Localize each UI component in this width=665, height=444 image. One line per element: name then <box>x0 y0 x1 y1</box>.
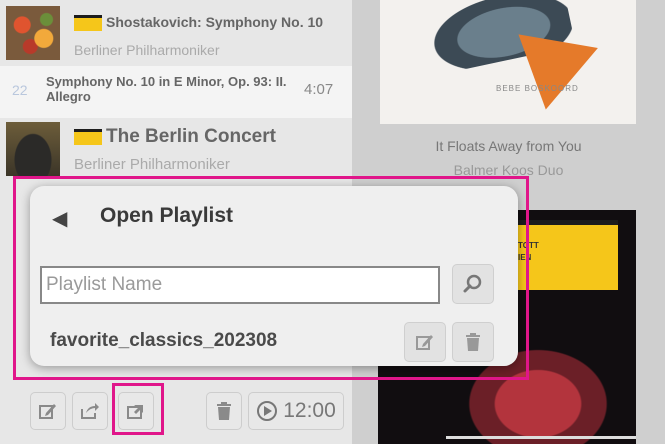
track-number: 22 <box>12 82 28 98</box>
edit-playlist-toolbar-button[interactable] <box>30 392 66 430</box>
album-title: Shostakovich: Symphony No. 10 <box>106 14 324 30</box>
export-playlist-button[interactable] <box>72 392 108 430</box>
track-duration: 4:07 <box>304 81 334 98</box>
cover-album-title: It Floats Away from You <box>435 138 582 154</box>
delete-toolbar-button[interactable] <box>206 392 242 430</box>
album-cover-fish[interactable]: BEBE BOSKOORD <box>380 0 636 124</box>
album-row-berlin-concert[interactable]: The Berlin Concert Berliner Philharmonik… <box>0 118 352 184</box>
track-title: Symphony No. 10 in E Minor, Op. 93: II. … <box>46 74 287 104</box>
label-logo-icon <box>74 128 102 145</box>
play-circle-icon <box>257 401 278 421</box>
label-logo-icon <box>74 15 102 32</box>
dialog-highlight-frame <box>13 176 529 380</box>
album-art-shostakovich <box>6 6 60 60</box>
button-highlight-frame <box>112 383 164 435</box>
album-art-berlin-concert <box>6 122 60 176</box>
cover-progress-bar <box>446 436 636 439</box>
track-row[interactable]: 22 Symphony No. 10 in E Minor, Op. 93: I… <box>0 66 352 118</box>
export-icon <box>81 403 99 419</box>
timer-label: 12:00 <box>283 399 336 422</box>
album-artist: Berliner Philharmoniker <box>74 42 220 58</box>
album-artist: Berliner Philharmoniker <box>74 156 230 173</box>
sleep-timer-button[interactable]: 12:00 <box>248 392 344 430</box>
trash-icon <box>217 402 231 420</box>
edit-icon <box>39 404 56 419</box>
album-row-shostakovich[interactable]: Shostakovich: Symphony No. 10 Berliner P… <box>0 0 352 66</box>
cover-caption: BEBE BOSKOORD <box>496 84 579 93</box>
album-title: The Berlin Concert <box>106 126 276 147</box>
